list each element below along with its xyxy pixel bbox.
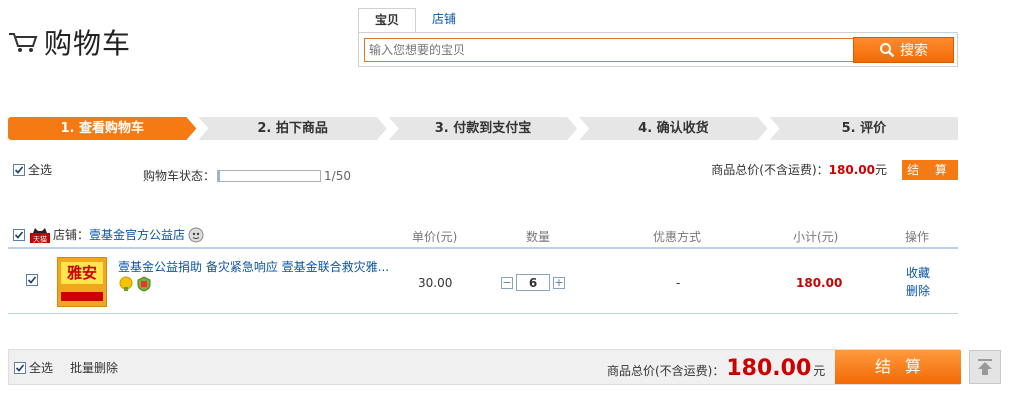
search-button[interactable]: 搜索 <box>853 37 954 63</box>
step-confirm-receipt: 4. 确认收货 <box>579 117 767 140</box>
currency-bottom: 元 <box>813 364 826 378</box>
item-unit-price: 30.00 <box>418 276 453 290</box>
total-label-top: 商品总价(不含运费)： <box>711 163 829 177</box>
tab-shops[interactable]: 店铺 <box>416 8 472 32</box>
item-checkbox[interactable] <box>26 274 38 286</box>
quantity-decrease-button[interactable]: − <box>501 276 513 289</box>
batch-delete-link[interactable]: 批量删除 <box>70 359 118 376</box>
step-place-order: 2. 拍下商品 <box>198 117 386 140</box>
cart-icon <box>9 33 38 52</box>
col-quantity: 数量 <box>526 230 551 244</box>
cart-status-bar <box>217 169 322 182</box>
checkmark-icon <box>14 230 24 239</box>
tmall-badge-text: 天猫 <box>33 234 47 243</box>
col-discount: 优惠方式 <box>653 230 702 244</box>
item-actions: 收藏 删除 <box>906 264 930 300</box>
checkout-button-top[interactable]: 结 算 <box>902 160 958 180</box>
search-button-label: 搜索 <box>900 43 928 59</box>
table-row: 雅安 壹基金公益捐助 备灾紧急响应 壹基金联合救灾雅... 30.00 − + … <box>8 252 958 314</box>
cart-status-label: 购物车状态： <box>143 169 216 183</box>
total-label-bottom: 商品总价(不含运费)： <box>607 364 725 378</box>
cart-status-fill <box>218 170 221 181</box>
step-review: 5. 评价 <box>769 117 959 140</box>
thumbnail-banner <box>61 292 103 301</box>
checkout-steps: 1. 查看购物车 2. 拍下商品 3. 付款到支付宝 4. 确认收货 5. 评价 <box>8 117 959 140</box>
currency-top: 元 <box>874 163 887 177</box>
shop-checkbox[interactable] <box>13 228 25 241</box>
cart-table-header: 天猫 店铺： 壹基金官方公益店 单价(元) 数量 优惠方式 小计(元) 操作 <box>8 222 958 249</box>
arrow-up-icon <box>978 359 992 375</box>
search-panel: 宝贝 店铺 搜索 <box>358 8 958 67</box>
select-all-bottom-label: 全选 <box>29 361 54 375</box>
select-all-top[interactable]: 全选 <box>13 161 52 178</box>
select-all-checkbox[interactable] <box>13 163 25 176</box>
cart-footer: 全选 批量删除 商品总价(不含运费)： 180.00 元 结算 <box>8 349 961 385</box>
favorite-link[interactable]: 收藏 <box>906 264 930 282</box>
select-all-label: 全选 <box>28 163 53 177</box>
select-all-bottom-checkbox[interactable] <box>14 361 26 374</box>
search-icon <box>880 43 895 58</box>
thumbnail-text: 雅安 <box>61 262 103 284</box>
item-discount: - <box>676 276 681 290</box>
shop-cell: 天猫 店铺： 壹基金官方公益店 <box>8 226 398 243</box>
col-subtotal: 小计(元) <box>793 230 839 244</box>
step-pay-alipay: 3. 付款到支付宝 <box>389 117 577 140</box>
item-title-link[interactable]: 壹基金公益捐助 备灾紧急响应 壹基金联合救灾雅... <box>118 258 398 275</box>
total-price-top: 商品总价(不含运费)：180.00元 <box>711 161 887 178</box>
col-actions: 操作 <box>905 230 930 244</box>
checkmark-icon <box>15 363 25 372</box>
cart-status-count: 1/50 <box>324 168 351 183</box>
page-logo: 购物车 <box>8 22 131 62</box>
search-input[interactable] <box>364 38 854 62</box>
shop-name-link[interactable]: 壹基金官方公益店 <box>89 226 185 243</box>
page-title: 购物车 <box>44 27 132 60</box>
item-subtotal: 180.00 <box>796 276 843 290</box>
total-value-top: 180.00 <box>828 163 875 177</box>
total-price-bottom: 商品总价(不含运费)： 180.00 元 <box>607 356 825 381</box>
gold-badge-icon[interactable] <box>118 276 134 292</box>
quantity-stepper: − + <box>501 274 565 291</box>
back-to-top-button[interactable] <box>969 350 1001 384</box>
checkmark-icon <box>14 165 24 174</box>
quantity-increase-button[interactable]: + <box>553 276 565 289</box>
tmall-icon: 天猫 <box>30 227 50 243</box>
cart-status: 购物车状态： 1/50 <box>143 167 351 184</box>
select-all-bottom[interactable]: 全选 <box>14 359 53 376</box>
total-value-bottom: 180.00 <box>726 356 812 381</box>
quantity-input[interactable] <box>516 274 550 291</box>
search-tabs: 宝贝 店铺 <box>358 8 958 32</box>
tab-items[interactable]: 宝贝 <box>358 8 417 32</box>
checkmark-icon <box>27 276 37 284</box>
checkout-button[interactable]: 结算 <box>835 350 961 384</box>
item-badges <box>118 276 154 292</box>
search-box: 搜索 <box>358 32 958 67</box>
delete-link[interactable]: 删除 <box>906 282 930 300</box>
shop-label: 店铺： <box>53 228 90 242</box>
col-unit-price: 单价(元) <box>412 230 458 244</box>
genuine-badge-icon[interactable] <box>136 276 152 292</box>
wangwang-chat-icon[interactable] <box>188 227 204 243</box>
step-view-cart: 1. 查看购物车 <box>8 117 196 140</box>
item-thumbnail[interactable]: 雅安 <box>57 257 107 307</box>
